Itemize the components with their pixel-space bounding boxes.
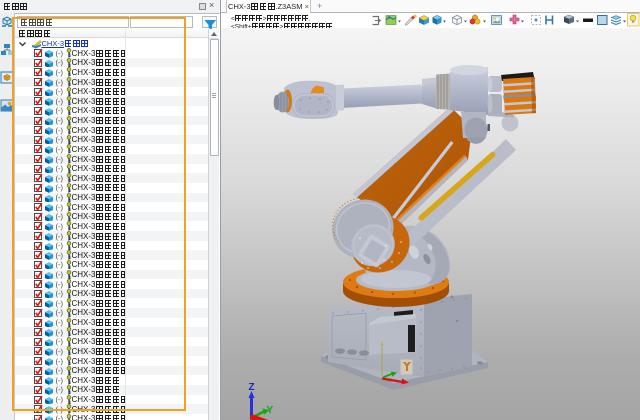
svg-text:Y: Y bbox=[267, 405, 274, 416]
